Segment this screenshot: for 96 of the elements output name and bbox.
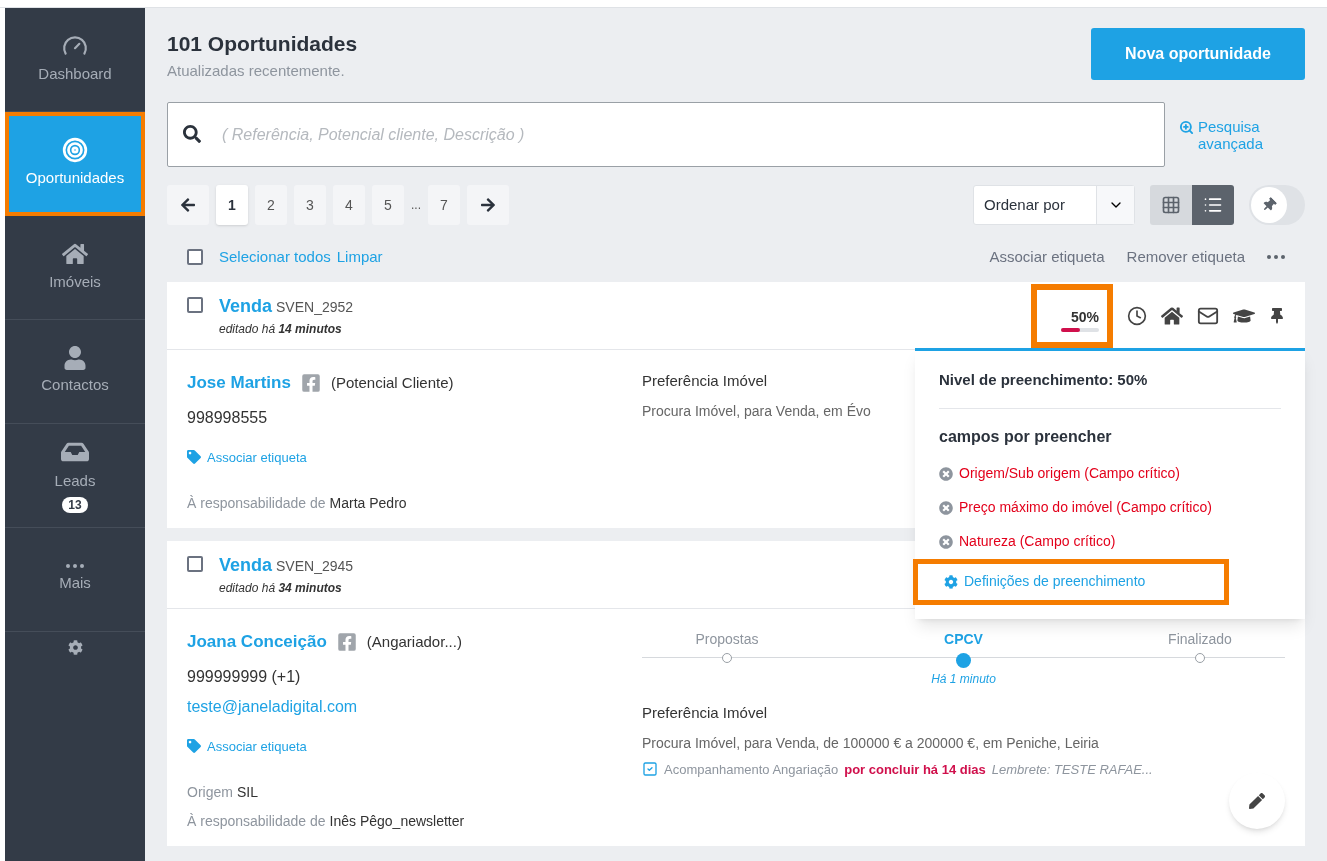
phone-number: 999999999 (+1)	[187, 666, 302, 687]
task-checkbox[interactable]	[642, 761, 658, 778]
pencil-icon	[1249, 793, 1265, 809]
tag-icon[interactable]	[187, 450, 201, 465]
list-icon	[1203, 195, 1223, 215]
sidebar-label: Leads	[54, 471, 96, 492]
arrow-right-icon	[480, 197, 496, 213]
search-field[interactable]: ( Referência, Potencial cliente, Descrição )	[167, 102, 1165, 167]
gear-icon	[944, 574, 958, 589]
reference-code: SVEN_2952	[276, 298, 354, 317]
email-link[interactable]: teste@janeladigital.com	[187, 694, 642, 719]
missing-field: Natureza (Campo crítico)	[959, 531, 1116, 552]
checkbox[interactable]	[187, 556, 203, 572]
facebook-icon[interactable]	[300, 372, 321, 393]
responsible-label: À responsabilidade de	[187, 812, 326, 831]
list-view-button[interactable]	[1192, 185, 1234, 225]
origin-label: Origem	[187, 783, 233, 802]
preference-title: Preferência Imóvel	[642, 703, 768, 723]
step-time: Há 1 minuto	[931, 671, 996, 688]
facebook-icon[interactable]	[336, 631, 357, 652]
more-icon	[1267, 255, 1285, 259]
count-badge: 13	[62, 496, 88, 513]
edited-time: editado há 34 minutos	[219, 580, 343, 597]
step-label: Propostas	[695, 630, 759, 649]
more-icon	[66, 564, 84, 569]
phone-number: 998998555	[187, 407, 269, 428]
select-all-link[interactable]: Selecionar todos	[219, 245, 331, 269]
preference-title: Preferência Imóvel	[642, 371, 768, 391]
checkbox[interactable]	[187, 297, 203, 313]
sidebar-label: Mais	[59, 573, 91, 594]
associate-tag-link[interactable]: Associar etiqueta	[207, 447, 307, 467]
pin-icon[interactable]	[1269, 307, 1285, 324]
page-title: 101 Oportunidades	[167, 31, 358, 57]
sort-select[interactable]: Ordenar por	[973, 185, 1135, 225]
opportunity-type-link[interactable]: Venda	[219, 293, 273, 320]
next-page-button[interactable]	[467, 185, 509, 225]
grid-icon	[1161, 195, 1181, 215]
new-opportunity-button[interactable]: Nova oportunidade	[1091, 28, 1305, 80]
associate-tag-link[interactable]: Associar etiqueta	[207, 736, 307, 756]
preference-text: Procura Imóvel, para Venda, de 100000 € a 200000 €, em Peniche, Leiria	[642, 733, 1100, 753]
missing-field-icon	[939, 534, 953, 549]
bulk-action-link[interactable]: Associar etiqueta	[989, 245, 1105, 269]
missing-field: Origem/Sub origem (Campo crítico)	[959, 463, 1180, 484]
edited-time: editado há 14 minutos	[219, 321, 343, 338]
page-button[interactable]: 1	[216, 185, 248, 225]
sidebar-label: Imóveis	[49, 272, 101, 293]
tag-icon[interactable]	[187, 739, 201, 754]
grid-view-button[interactable]	[1150, 185, 1192, 225]
opportunity-type-link[interactable]: Venda	[219, 552, 273, 579]
sidebar-label: Oportunidades	[25, 168, 125, 189]
contact-name-link[interactable]: Jose Martins	[187, 370, 291, 396]
missing-field-icon	[939, 500, 953, 515]
origin-value: SIL	[236, 783, 258, 802]
missing-field: Preço máximo do imóvel (Campo crítico)	[959, 497, 1212, 518]
page-button[interactable]: 7	[428, 185, 460, 225]
responsible-name: Inês Pêgo_newsletter	[329, 812, 465, 831]
sidebar-item[interactable]: Oportunidades	[5, 112, 145, 216]
pin-toggle[interactable]	[1249, 185, 1305, 225]
task-name: Acompanhamento Angariação	[664, 760, 839, 779]
target-icon	[62, 137, 88, 164]
task-note: Lembrete: TESTE RAFAE...	[991, 760, 1153, 779]
page-subtitle: Atualizadas recentemente.	[167, 60, 346, 81]
popover-title: Nivel de preenchimento: 50%	[939, 370, 1149, 390]
previous-page-button[interactable]	[167, 185, 209, 225]
page-button[interactable]: 4	[333, 185, 365, 225]
search-icon	[183, 125, 201, 143]
settings-icon[interactable]	[67, 640, 83, 655]
missing-field-icon	[939, 466, 953, 481]
contact-name-link[interactable]: Joana Conceição	[187, 629, 327, 655]
contact-role: (Potencial Cliente)	[330, 372, 454, 393]
arrow-left-icon	[180, 197, 196, 213]
user-icon	[63, 346, 87, 371]
search-plus-icon[interactable]	[1179, 119, 1194, 135]
sidebar-label: Contactos	[41, 375, 109, 396]
page-ellipsis: ...	[411, 197, 421, 214]
preference-text: Procura Imóvel, para Venda, em Évo	[642, 401, 872, 421]
sidebar-label: Dashboard	[38, 64, 112, 85]
page-button[interactable]: 3	[294, 185, 326, 225]
step-label: Finalizado	[1168, 630, 1232, 649]
clear-link[interactable]: Limpar	[336, 245, 383, 269]
house-icon[interactable]	[1161, 304, 1183, 327]
advanced-search-link[interactable]: Pesquisa avançada	[1198, 117, 1289, 152]
page-button[interactable]: 2	[255, 185, 287, 225]
responsible-label: À responsabilidade de	[187, 494, 326, 513]
popover-subtitle: campos por preencher	[939, 426, 1113, 447]
step-label: CPCV	[944, 630, 983, 649]
contact-role: (Angariador...)	[366, 631, 462, 652]
bulk-action-link[interactable]: Remover etiqueta	[1126, 245, 1245, 269]
edit-button[interactable]	[1229, 773, 1285, 829]
page-button[interactable]: 5	[372, 185, 404, 225]
reference-code: SVEN_2945	[276, 557, 354, 576]
task-status: por concluir há 14 dias	[844, 760, 986, 779]
responsible-name: Marta Pedro	[329, 494, 407, 513]
fill-settings-link[interactable]: Definições de preenchimento	[913, 558, 1229, 605]
checkbox[interactable]	[187, 249, 203, 265]
clock-icon[interactable]	[1127, 305, 1147, 326]
